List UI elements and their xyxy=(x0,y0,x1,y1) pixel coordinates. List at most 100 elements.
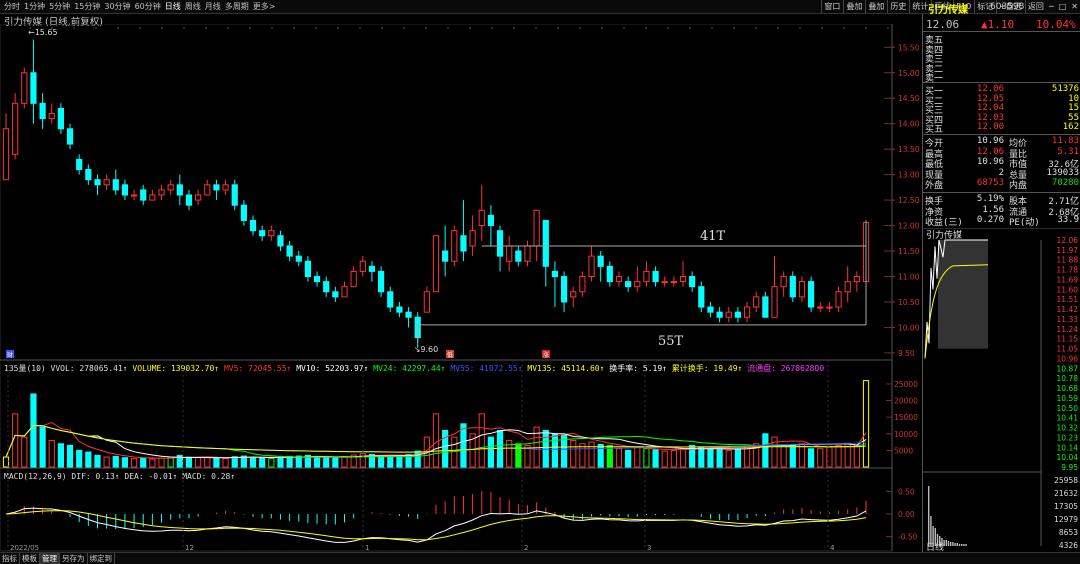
intraday-volume-bar xyxy=(950,542,952,546)
candle-body xyxy=(222,184,229,191)
candle-body xyxy=(149,194,156,201)
candle-body xyxy=(313,276,321,283)
close-icon[interactable]: ✕ xyxy=(1069,0,1080,13)
book-cell: 12.04 xyxy=(976,103,1004,113)
intraday-price-tick: 11.60 xyxy=(1057,285,1079,294)
book-cell: 收益(三) xyxy=(925,218,963,228)
bottom-tab[interactable]: 指标 xyxy=(0,553,20,564)
candle-body xyxy=(268,230,275,237)
candle-body xyxy=(844,281,851,293)
volume-bar xyxy=(158,457,165,468)
period-tab[interactable]: 5分钟 xyxy=(49,0,70,13)
volume-bar xyxy=(808,448,815,468)
volume-bar xyxy=(862,380,870,468)
tool-button[interactable]: 历史 xyxy=(887,0,908,13)
intraday-price-tick: 11.15 xyxy=(1057,335,1079,344)
book-cell: 1.56 xyxy=(982,204,1004,215)
legend-mv5: MV5: 72045.55↑ xyxy=(224,364,296,373)
period-tab[interactable]: 月线 xyxy=(205,0,221,13)
volume-bar xyxy=(378,455,385,468)
candle-body xyxy=(560,276,568,303)
tool-button[interactable]: 叠加 xyxy=(865,0,886,13)
candle-body xyxy=(158,189,165,196)
intraday-price-tick: 11.78 xyxy=(1057,266,1079,275)
volume-bar xyxy=(478,413,485,468)
candle-body xyxy=(551,270,559,277)
chart-area[interactable]: 15.50 15.00 14.50 14.00 13.50 13.00 12.50 12.00… xyxy=(0,24,922,552)
candle-body xyxy=(341,286,348,298)
book-cell: 0.270 xyxy=(976,215,1004,225)
candle-body xyxy=(780,276,787,288)
candle-body xyxy=(213,184,220,191)
volume-bar xyxy=(789,444,796,468)
period-tab[interactable]: 1分钟 xyxy=(24,0,45,13)
candle-body xyxy=(615,276,623,283)
volume-bar xyxy=(130,458,138,468)
intraday-price-tick: 10.68 xyxy=(1057,384,1079,393)
tool-button[interactable]: 叠加 xyxy=(843,0,864,13)
volume-bar xyxy=(743,446,751,468)
bottom-tab[interactable]: 模板 xyxy=(20,553,40,564)
volume-bar xyxy=(323,456,330,468)
candle-body xyxy=(515,250,522,262)
volume-bar xyxy=(21,436,28,468)
volume-bar xyxy=(780,444,787,468)
period-tab[interactable]: 更多> xyxy=(253,0,276,13)
dea-line xyxy=(5,510,867,541)
volume-bar xyxy=(268,457,275,468)
tool-button[interactable]: 返回 xyxy=(1024,0,1046,13)
intraday-price-tick: 9.95 xyxy=(1061,463,1078,472)
volume-bar xyxy=(661,450,668,468)
volume-bar xyxy=(85,451,92,468)
tool-button[interactable]: 窗口 xyxy=(821,0,842,13)
candle-body xyxy=(432,235,440,293)
volume-bar xyxy=(652,449,659,468)
volume-bar xyxy=(634,446,641,468)
candle-body xyxy=(423,291,430,313)
maximize-icon[interactable]: □ xyxy=(1057,0,1069,13)
candle-body xyxy=(405,311,412,318)
bottom-tab[interactable]: 另存为 xyxy=(60,553,88,564)
period-tab[interactable]: 日线 xyxy=(165,0,181,13)
volume-bar xyxy=(707,448,714,468)
candle-body xyxy=(304,260,312,277)
volume-bar xyxy=(30,393,37,468)
period-tab[interactable]: 15分钟 xyxy=(74,0,100,13)
minimize-icon[interactable]: ─ xyxy=(1047,0,1056,13)
period-tab[interactable]: 30分钟 xyxy=(104,0,130,13)
volume-bar xyxy=(48,439,55,468)
volume-bar xyxy=(286,455,293,468)
intraday-price-tick: 11.42 xyxy=(1057,305,1079,314)
intraday-chart[interactable]: 引力传媒 12.0611.9711.8811.7811.6911.6011.511… xyxy=(923,228,1080,552)
macd-legend: MACD(12,26,9) DIF: 0.13↑ DEA: -0.01↑ MAC… xyxy=(4,472,235,481)
bottom-tab[interactable]: 绑定到 xyxy=(88,553,115,564)
candle-body xyxy=(606,265,613,283)
intraday-price-tick: 11.33 xyxy=(1057,315,1079,324)
candle-body xyxy=(140,189,147,201)
intraday-vol-tick: 8653 xyxy=(1059,528,1078,537)
period-tab[interactable]: 60分钟 xyxy=(135,0,161,13)
candle-body xyxy=(112,179,119,191)
y-tick-label: 11.50 xyxy=(898,247,920,256)
intraday-volume-bar xyxy=(947,541,950,546)
bottom-tab[interactable]: 管理 xyxy=(40,553,60,564)
book-cell: 12.00 xyxy=(976,122,1004,132)
volume-bar xyxy=(249,456,257,468)
volume-bar xyxy=(844,443,851,468)
candle-body xyxy=(12,102,19,155)
volume-bar xyxy=(515,443,522,468)
candle-body xyxy=(524,245,531,262)
candle-body xyxy=(478,209,485,227)
period-tab[interactable]: 周线 xyxy=(185,0,201,13)
separator xyxy=(923,31,1080,32)
candle-body xyxy=(835,291,842,308)
x-axis-label: 3 xyxy=(647,544,651,552)
period-tab[interactable]: 多周期 xyxy=(225,0,249,13)
period-tab[interactable]: 分时 xyxy=(4,0,20,13)
candle-body xyxy=(542,219,549,267)
candle-body xyxy=(826,306,833,309)
candle-body xyxy=(817,306,824,309)
intraday-price-tick: 11.88 xyxy=(1057,256,1079,265)
candle-body xyxy=(94,179,101,186)
candle-body xyxy=(725,311,732,318)
